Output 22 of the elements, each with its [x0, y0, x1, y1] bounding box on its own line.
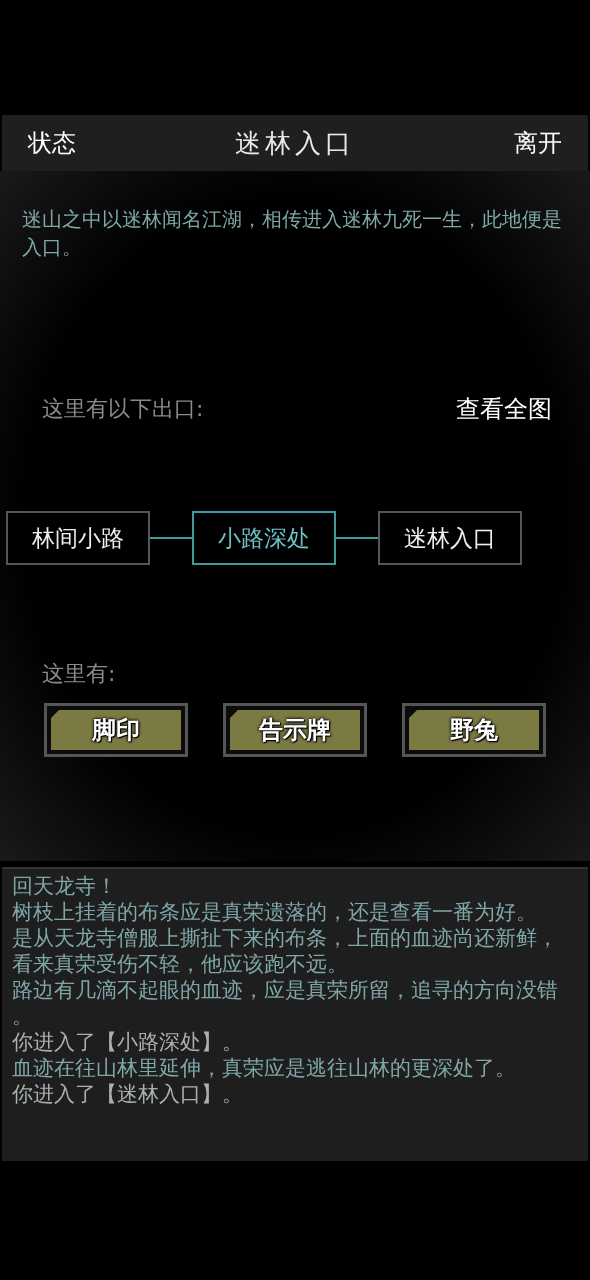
log-message: 回天龙寺！ [12, 873, 118, 899]
path-connector [150, 537, 192, 539]
view-map-button[interactable]: 查看全图 [456, 393, 552, 425]
log-message: 路边有几滴不起眼的血迹，应是真荣所留，追寻的方向没错。 [12, 977, 559, 1029]
exits-label: 这里有以下出口: [42, 395, 204, 423]
exit-node[interactable]: 小路深处 [192, 511, 336, 565]
path-connector [336, 537, 378, 539]
object-button[interactable]: 告示牌 [223, 703, 367, 757]
log-message: 是从天龙寺僧服上撕扯下来的布条，上面的血迹尚还新鲜，看来真荣受伤不轻，他应该跑不远。 [12, 925, 559, 977]
location-description: 迷山之中以迷林闻名江湖，相传进入迷林九死一生，此地便是入口。 [21, 206, 563, 261]
log-message: 树枝上挂着的布条应是真荣遗落的，还是查看一番为好。 [12, 899, 538, 925]
status-button[interactable]: 状态 [28, 127, 76, 159]
exit-node[interactable]: 迷林入口 [378, 511, 522, 565]
log-message: 血迹在往山林里延伸，真荣应是逃往山林的更深处了。 [12, 1055, 517, 1081]
location-title: 迷林入口 [235, 126, 355, 160]
object-button[interactable]: 野兔 [402, 703, 546, 757]
items-label: 这里有: [42, 660, 116, 688]
object-button[interactable]: 脚印 [44, 703, 188, 757]
exit-node[interactable]: 林间小路 [6, 511, 150, 565]
log-message: 你进入了【迷林入口】。 [12, 1081, 244, 1107]
log-message: 你进入了【小路深处】。 [12, 1029, 244, 1055]
leave-button[interactable]: 离开 [514, 127, 562, 159]
